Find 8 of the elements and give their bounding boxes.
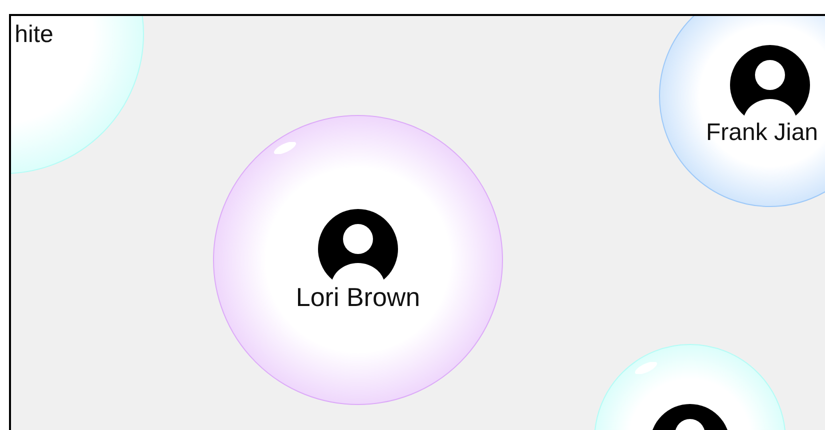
- person-name: Lori Brown: [296, 283, 420, 311]
- bubble[interactable]: Frank Jian: [659, 16, 825, 207]
- person-name: hite: [14, 21, 54, 49]
- highlight-icon: [633, 362, 659, 374]
- bubble[interactable]: hite: [11, 16, 144, 174]
- highlight-icon: [272, 142, 298, 154]
- bubble[interactable]: Lori Brown: [213, 115, 503, 405]
- person-name: Frank Jian: [706, 119, 818, 147]
